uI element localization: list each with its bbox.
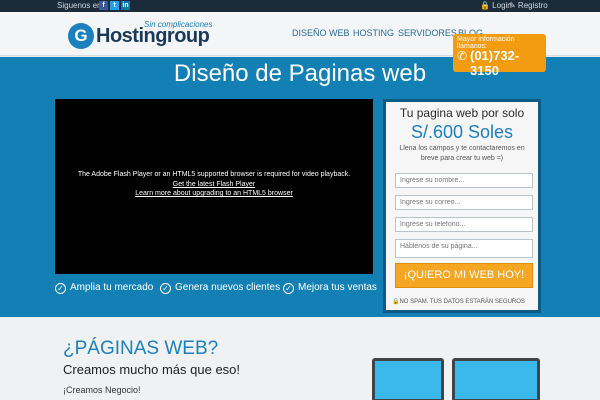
- form-subtitle: Llena los campos y te contactaremos en b…: [399, 145, 525, 162]
- submit-button[interactable]: ¡QUIERO MI WEB HOY!: [395, 263, 533, 288]
- phone-number[interactable]: (01)732-3150: [470, 48, 546, 78]
- name-input[interactable]: [395, 173, 533, 188]
- form-title: Tu pagina web por solo: [399, 106, 525, 120]
- feature-label: Amplia tu mercado: [70, 282, 154, 293]
- feature-label: Genera nuevos clientes: [175, 282, 281, 293]
- twitter-icon[interactable]: t: [110, 1, 119, 10]
- feature-item: ✓ Mejora tus ventas: [283, 282, 377, 294]
- contact-form: Tu pagina web por solo S/.600 Soles Llen…: [383, 99, 541, 313]
- form-price: S/.600 Soles: [410, 122, 514, 142]
- message-textarea[interactable]: [395, 239, 533, 258]
- feature-item: ✓ Genera nuevos clientes: [160, 282, 280, 294]
- flash-player-link[interactable]: Get the latest Flash Player: [55, 181, 373, 188]
- section-heading: ¿PÁGINAS WEB?: [63, 338, 219, 359]
- section-subheading: Creamos mucho más que eso!: [63, 362, 241, 377]
- phone-icon: ✆: [457, 49, 468, 63]
- top-social-bar: Siguenos en: f t in 🔒 Login ✎ Registro: [0, 0, 600, 12]
- monitor-illustration: [452, 358, 540, 400]
- no-spam-note: 🔒NO SPAM. TUS DATOS ESTARÁN SEGUROS: [392, 299, 525, 305]
- check-icon: ✓: [160, 283, 171, 294]
- nav-hosting[interactable]: HOSTING: [353, 28, 394, 38]
- video-message: The Adobe Flash Player or an HTML5 suppo…: [77, 171, 351, 178]
- nav-diseno-web[interactable]: DISEÑO WEB: [292, 28, 350, 38]
- login-link[interactable]: 🔒 Login: [480, 1, 512, 10]
- check-icon: ✓: [283, 283, 294, 294]
- logo-text[interactable]: Hostingroup: [96, 25, 210, 48]
- nav-servidores[interactable]: SERVIDORES: [398, 28, 457, 38]
- section-text: ¡Creamos Negocio!: [63, 385, 141, 395]
- feature-item: ✓ Amplia tu mercado: [55, 282, 153, 294]
- email-input[interactable]: [395, 195, 533, 210]
- phone-input[interactable]: [395, 217, 533, 232]
- feature-label: Mejora tus ventas: [298, 282, 377, 293]
- logo-icon[interactable]: G: [68, 23, 94, 49]
- html5-browser-link[interactable]: Learn more about upgrading to an HTML5 b…: [55, 190, 373, 197]
- facebook-icon[interactable]: f: [99, 1, 108, 10]
- tablet-illustration: [372, 358, 444, 400]
- linkedin-icon[interactable]: in: [121, 1, 130, 10]
- register-link[interactable]: ✎ Registro: [509, 1, 548, 10]
- follow-label: Siguenos en:: [57, 1, 104, 10]
- check-icon: ✓: [55, 283, 66, 294]
- phone-contact-box[interactable]: Mayor información llámanos: ✆ (01)732-31…: [453, 34, 546, 78]
- video-player[interactable]: The Adobe Flash Player or an HTML5 suppo…: [55, 99, 373, 274]
